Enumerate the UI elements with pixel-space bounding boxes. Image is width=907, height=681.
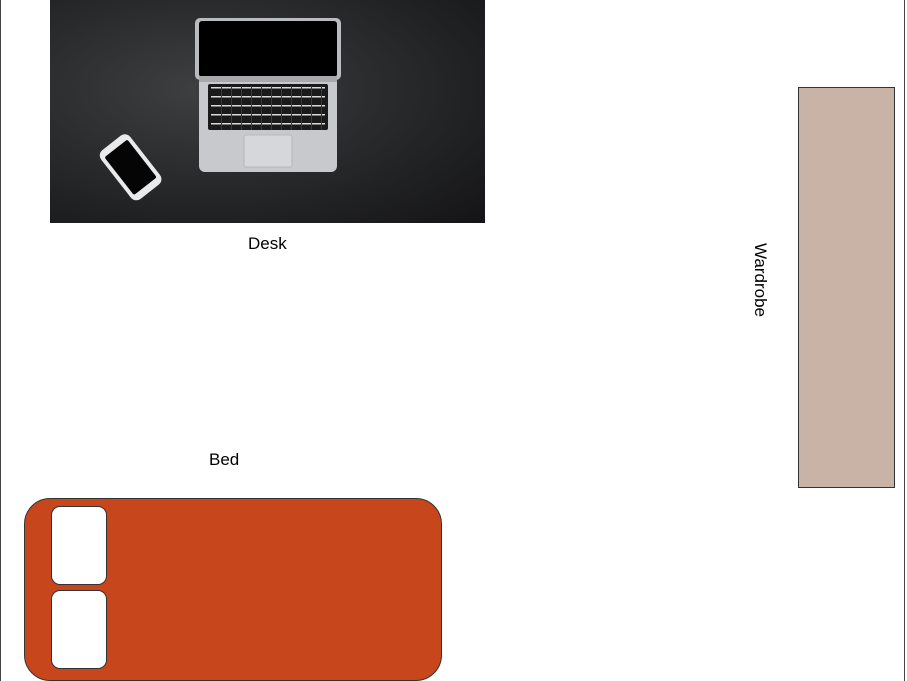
bed-shape — [24, 498, 442, 681]
wardrobe-label: Wardrobe — [751, 243, 770, 318]
floor-plan-canvas: Desk Bed Wardrobe — [0, 0, 905, 681]
wardrobe-shape — [798, 87, 895, 488]
pillow-bottom — [51, 590, 107, 669]
bed-label: Bed — [209, 450, 240, 469]
pillow-top — [51, 506, 107, 585]
desk-photo — [50, 0, 485, 223]
desk-label: Desk — [248, 234, 287, 253]
laptop-phone-icon — [99, 18, 341, 201]
